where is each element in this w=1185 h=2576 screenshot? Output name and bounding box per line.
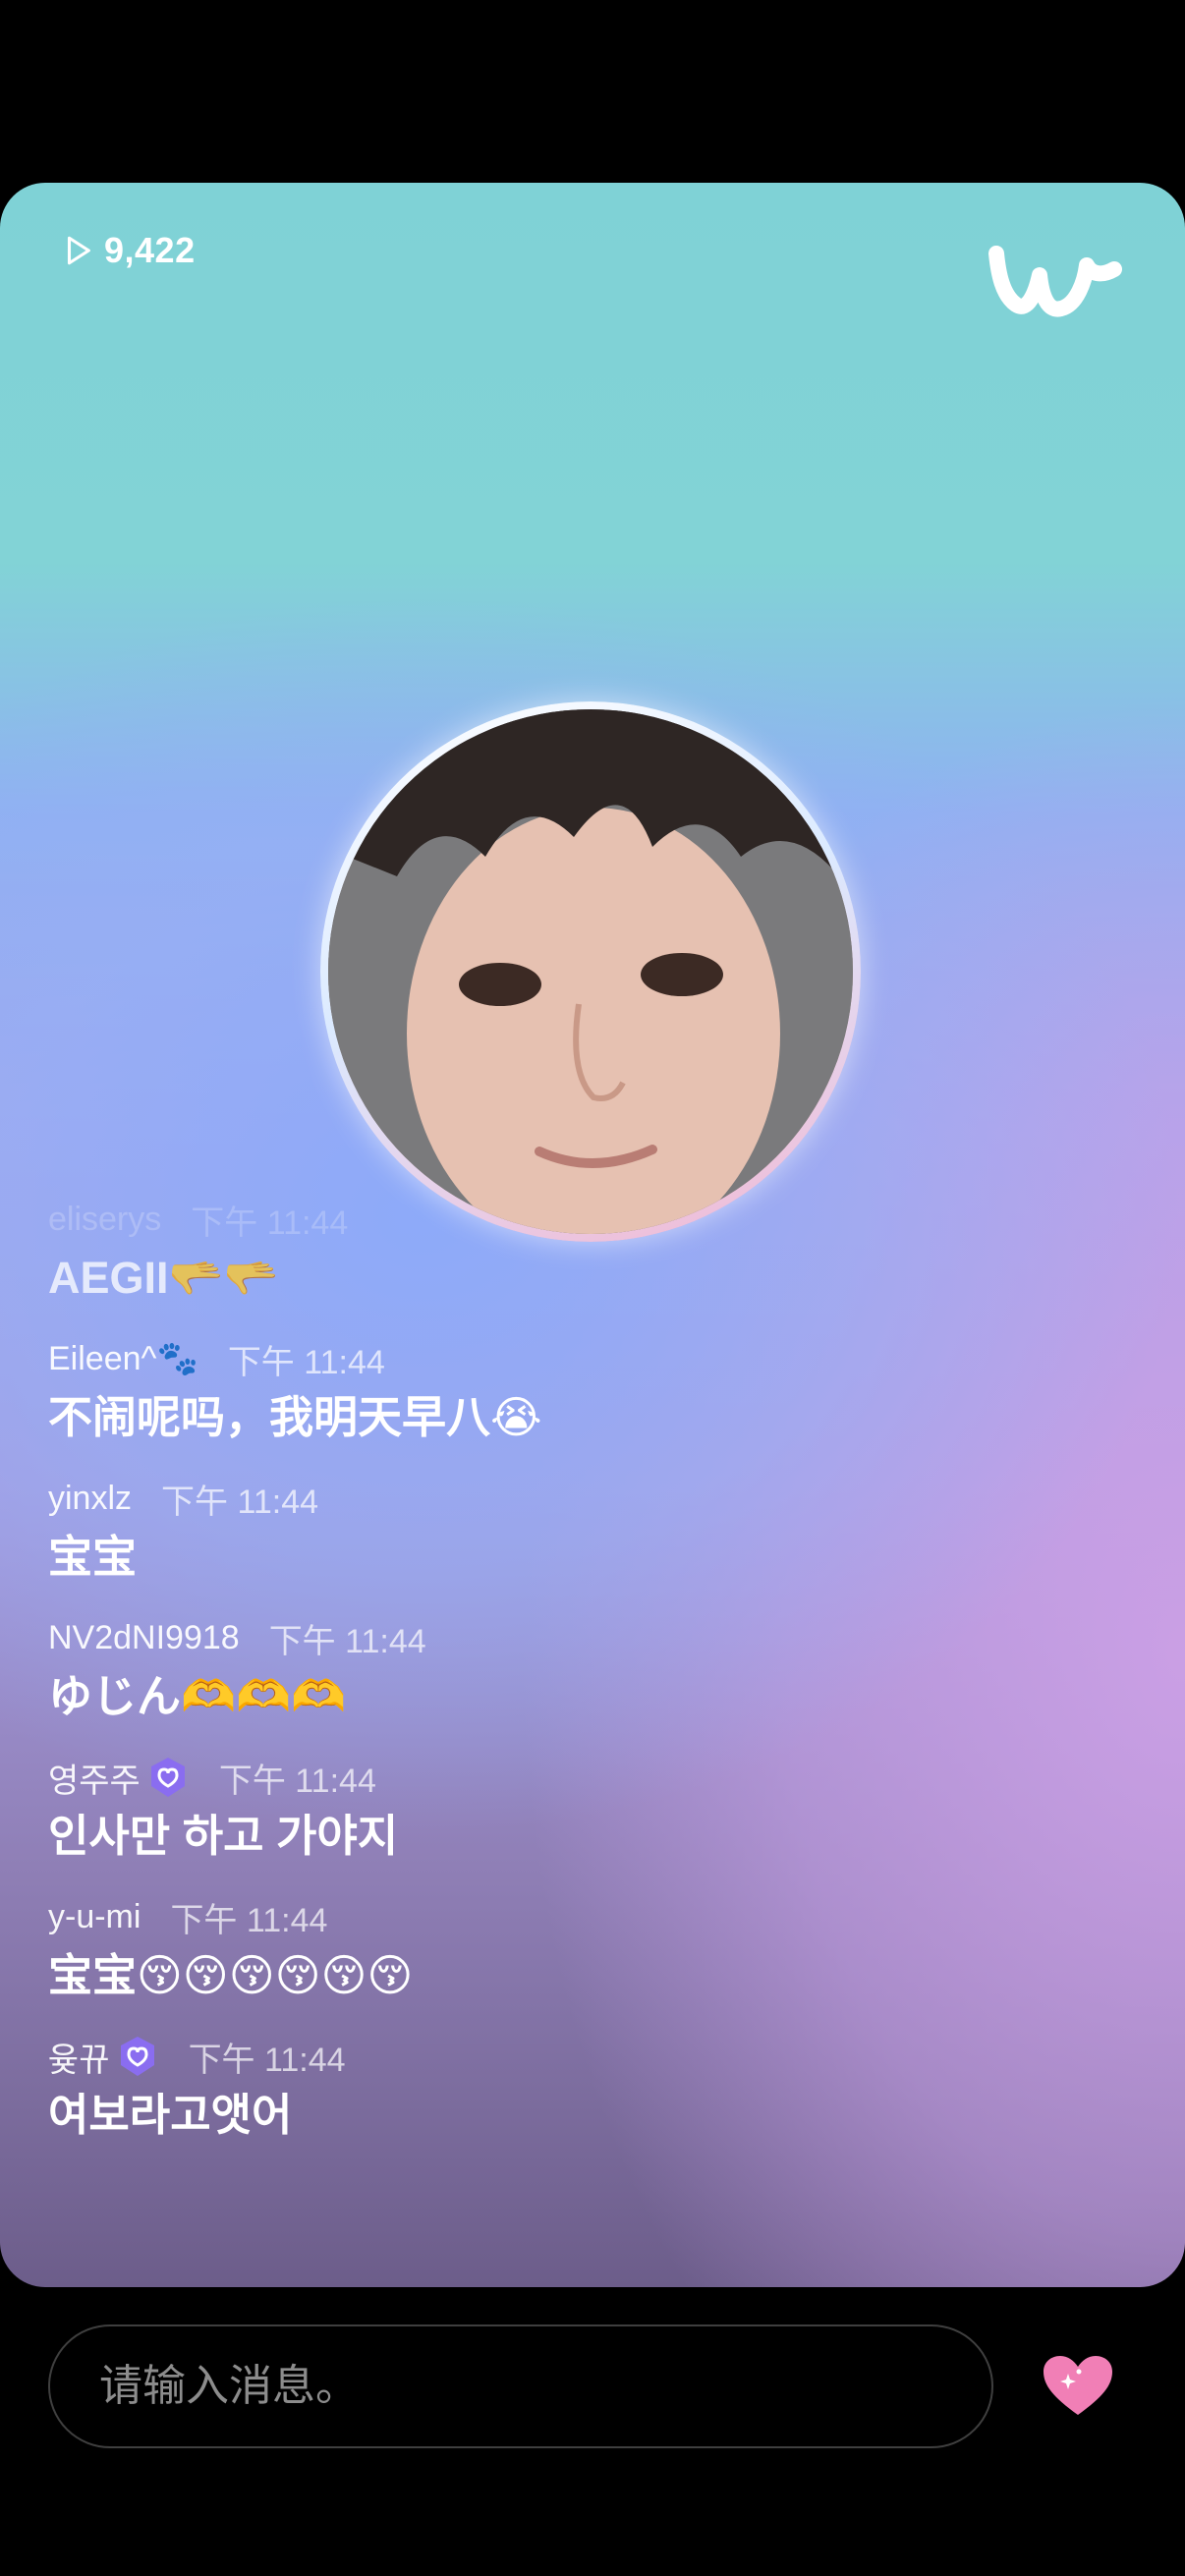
chat-text: ゆじん🫶🫶🫶 — [48, 1671, 347, 1721]
chat-username[interactable]: Eileen^🐾 — [48, 1339, 198, 1378]
host-avatar-ring — [320, 701, 861, 1242]
chat-text: 여보라고앳어 — [48, 2090, 293, 2140]
chat-timestamp: 下午 11:44 — [268, 1622, 426, 1660]
chat-message: Eileen^🐾 下午 11:44 不闹呢吗，我明天早八😭 — [48, 1334, 1129, 1452]
chat-text: 宝宝😚😚😚😚😚😚 — [48, 1950, 414, 2000]
chat-message: eliserys 下午 11:44 AEGII🫳🫳 — [48, 1195, 1129, 1313]
play-icon — [67, 236, 90, 265]
chat-timestamp: 下午 11:44 — [170, 1901, 328, 1939]
chat-username[interactable]: 영주주 — [48, 1754, 141, 1802]
live-stream-stage: 9,422 eliserys 下午 11:44 AEGII🫳🫳 Eileen^🐾… — [0, 183, 1185, 2287]
host-avatar[interactable] — [328, 709, 853, 1234]
chat-message: yinxlz 下午 11:44 宝宝 — [48, 1474, 1129, 1592]
verified-badge-icon — [150, 1758, 185, 1797]
chat-timestamp: 下午 11:44 — [218, 1762, 376, 1800]
view-count: 9,422 — [61, 230, 196, 271]
chat-message: 윶뀨 下午 11:44 여보라고앳어 — [48, 2032, 1129, 2150]
weverse-logo — [988, 246, 1122, 317]
chat-username[interactable]: NV2dNI9918 — [48, 1619, 240, 1657]
chat-timestamp: 下午 11:44 — [188, 2041, 346, 2079]
chat-username[interactable]: eliserys — [48, 1201, 161, 1239]
chat-message: y-u-mi 下午 11:44 宝宝😚😚😚😚😚😚 — [48, 1892, 1129, 2010]
message-input[interactable] — [97, 2361, 991, 2412]
verified-badge-icon — [120, 2037, 154, 2076]
host-avatar-image — [328, 709, 853, 1234]
chat-message: NV2dNI9918 下午 11:44 ゆじん🫶🫶🫶 — [48, 1613, 1129, 1731]
chat-timestamp: 下午 11:44 — [191, 1204, 349, 1242]
view-count-value: 9,422 — [104, 230, 196, 270]
heart-icon[interactable] — [1042, 2354, 1114, 2419]
chat-username[interactable]: yinxlz — [48, 1480, 132, 1518]
chat-text: 不闹呢吗，我明天早八😭 — [48, 1392, 542, 1442]
chat-list: eliserys 下午 11:44 AEGII🫳🫳 Eileen^🐾 下午 11… — [48, 1195, 1129, 2171]
chat-timestamp: 下午 11:44 — [227, 1343, 385, 1381]
chat-timestamp: 下午 11:44 — [161, 1483, 319, 1521]
chat-username[interactable]: y-u-mi — [48, 1898, 141, 1936]
chat-message: 영주주 下午 11:44 인사만 하고 가야지 — [48, 1753, 1129, 1871]
chat-username[interactable]: 윶뀨 — [48, 2033, 110, 2081]
chat-text: 宝宝 — [48, 1532, 138, 1582]
message-input-container[interactable] — [48, 2324, 993, 2448]
chat-text: 인사만 하고 가야지 — [48, 1811, 399, 1861]
chat-text: AEGII🫳🫳 — [48, 1253, 279, 1303]
